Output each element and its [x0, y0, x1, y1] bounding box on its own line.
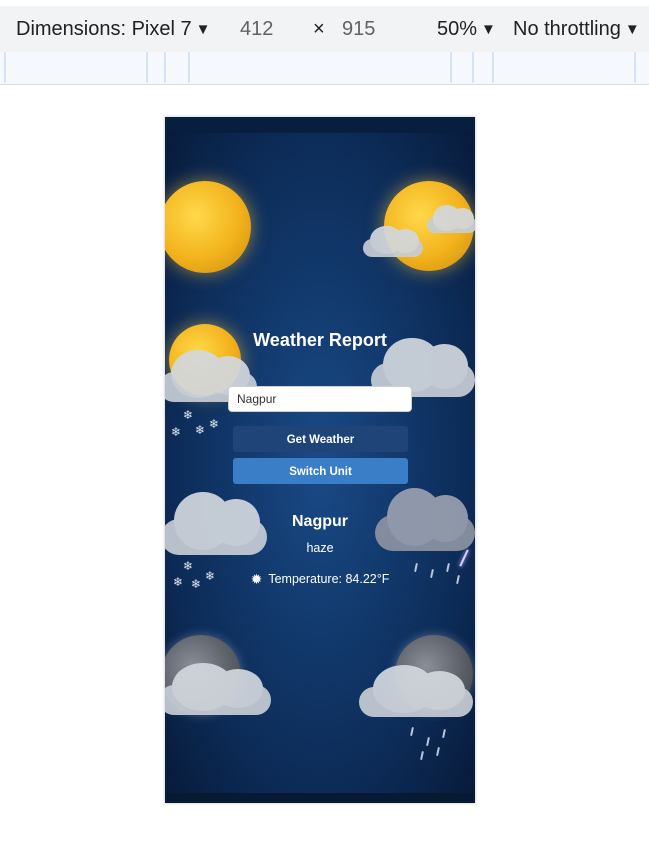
cloud-icon [359, 664, 473, 717]
raindrop-icon [426, 736, 430, 747]
result-city: Nagpur [292, 513, 348, 530]
media-query-ruler [0, 52, 649, 85]
raindrop-icon [410, 726, 414, 737]
raindrop-icon [414, 562, 418, 573]
ruler-marker [164, 52, 166, 83]
temperature-row: ✹ Temperature: 84.22°F [165, 572, 475, 588]
snowflake-icon: ❄ [183, 559, 194, 573]
chevron-down-icon: ▼ [195, 21, 211, 38]
ruler-marker [146, 52, 148, 83]
raindrop-icon [420, 750, 424, 761]
raindrop-icon [446, 562, 450, 573]
ruler-marker [188, 52, 190, 83]
devtools-device-toolbar: Dimensions: Pixel 7 ▼ 412 × 915 50% ▼ No t… [0, 0, 649, 52]
snowflake-icon: ❄ [195, 423, 206, 437]
cloud-icon [165, 662, 271, 715]
snowflake-icon: ❄ [183, 408, 194, 422]
zoom-dropdown[interactable]: 50% ▼ [437, 18, 496, 41]
ruler-marker [4, 52, 6, 83]
ruler-marker [634, 52, 636, 83]
switch-unit-button[interactable]: Switch Unit [233, 458, 408, 484]
dimensions-dropdown[interactable]: Dimensions: Pixel 7 ▼ [16, 18, 210, 41]
throttling-dropdown[interactable]: No throttling ▼ [513, 18, 640, 41]
times-icon: × [313, 18, 325, 40]
city-input[interactable] [228, 386, 412, 412]
weather-description: haze [306, 541, 334, 555]
chevron-down-icon: ▼ [481, 21, 496, 38]
get-weather-button[interactable]: Get Weather [233, 426, 408, 452]
snowflake-icon: ❄ [171, 425, 182, 439]
device-viewport: ❄ ❄ ❄ ❄ ❄ ❄ ❄ ❄ Weather Report Get Weath… [165, 117, 475, 803]
page-title: Weather Report [253, 330, 387, 350]
cloud-icon [427, 205, 475, 233]
status-band [165, 117, 475, 133]
bottom-band [165, 793, 475, 803]
ruler-marker [492, 52, 494, 83]
sun-icon [165, 181, 251, 273]
chevron-down-icon: ▼ [624, 21, 640, 38]
cloud-icon [363, 225, 423, 257]
zoom-label: 50% [437, 18, 478, 40]
raindrop-icon [442, 728, 446, 739]
height-input[interactable]: 915 [342, 18, 375, 41]
ruler-marker [472, 52, 474, 83]
temperature-text: Temperature: 84.22°F [268, 572, 390, 586]
raindrop-icon [436, 746, 440, 757]
snowflake-icon: ❄ [209, 417, 220, 431]
ruler-marker [450, 52, 452, 83]
throttling-label: No throttling [513, 18, 621, 40]
dimensions-label: Dimensions: Pixel 7 [16, 18, 192, 40]
sun-icon: ✹ [250, 572, 263, 588]
width-input[interactable]: 412 [240, 18, 273, 41]
